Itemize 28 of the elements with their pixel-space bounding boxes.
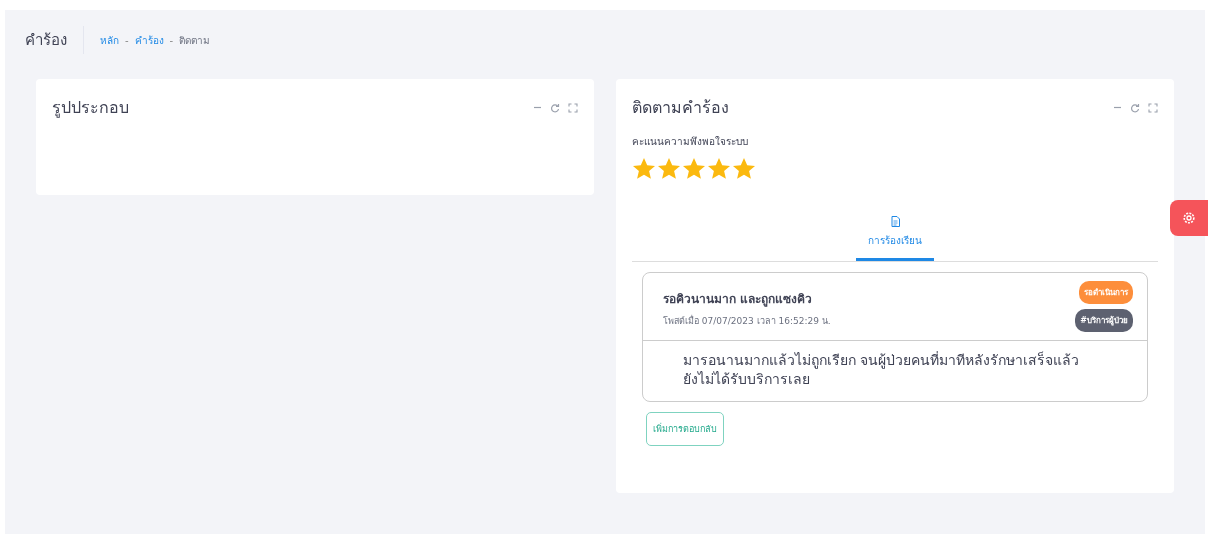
card-title: รูปประกอบ: [52, 97, 129, 120]
breadcrumb-link[interactable]: คำร้อง: [134, 32, 164, 48]
fullscreen-icon[interactable]: [568, 102, 578, 113]
page-title: คำร้อง: [25, 26, 84, 54]
status-tag: #บริการผู้ป่วย: [1075, 309, 1133, 332]
star-icon: [632, 157, 656, 180]
reload-icon[interactable]: [550, 102, 560, 113]
star-icon: [657, 157, 681, 180]
posted-date: โพสต์เมื่อ 07/07/2023 เวลา 16:52:29 น.: [663, 314, 831, 328]
add-reply-button[interactable]: เพิ่มการตอบกลับ: [646, 412, 724, 446]
complaint-text: มารอนานมากแล้วไม่ถูกเรียก จนผู้ป่วยคนที่มาทีหลังรักษาเสร็จแล้ว ยังไม่ได้รับบริการเลย: [682, 350, 1081, 389]
complaint-tab[interactable]: การร้องเรียน: [856, 216, 934, 261]
breadcrumb-separator: -: [125, 34, 129, 46]
breadcrumb-current: ติดตาม: [179, 33, 211, 48]
breadcrumb-separator: -: [169, 34, 174, 46]
rating-label: คะแนนความพึงพอใจระบบ: [632, 135, 749, 149]
fullscreen-icon[interactable]: [1148, 102, 1158, 113]
card-title: ติดตามคำร้อง: [632, 97, 729, 119]
star-icon: [682, 157, 706, 180]
star-icon: [732, 157, 756, 180]
reload-icon[interactable]: [1130, 102, 1140, 113]
settings-button[interactable]: [1170, 200, 1208, 236]
star-icon: [707, 157, 731, 180]
settings-icon: [1182, 211, 1196, 225]
breadcrumb-link[interactable]: หลัก: [100, 32, 119, 48]
document-icon: [890, 216, 900, 227]
status-tag: รอดำเนินการ: [1079, 281, 1133, 304]
complaint-title: รอคิวนานมาก และถูกแซงคิว: [663, 291, 814, 308]
